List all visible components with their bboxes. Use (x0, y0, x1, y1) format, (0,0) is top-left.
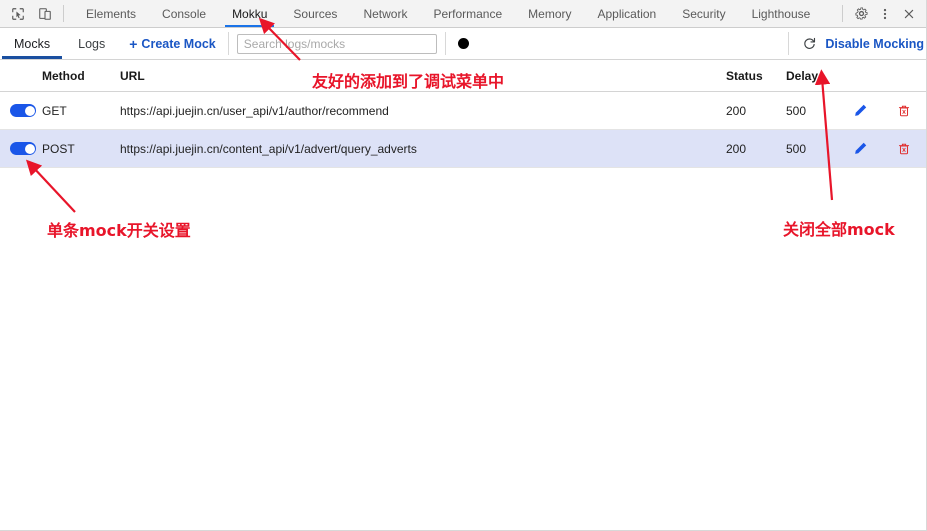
tab-label: Mokku (232, 6, 268, 21)
toggle-switch-on-icon (10, 142, 36, 155)
tab-label: Lighthouse (751, 6, 811, 21)
tab-logs[interactable]: Logs (64, 28, 119, 59)
record-dot-icon (457, 38, 469, 49)
devtools-left-icon-group (0, 0, 60, 27)
devtools-tab-lighthouse[interactable]: Lighthouse (739, 0, 824, 27)
tab-label: Console (162, 6, 207, 21)
cell-url: https://api.juejin.cn/content_api/v1/adv… (120, 141, 417, 156)
tab-label: Logs (78, 36, 106, 51)
tab-mocks[interactable]: Mocks (0, 28, 64, 59)
cell-delay: 500 (786, 141, 807, 156)
devtools-window: Elements Console Mokku Sources Network P… (0, 0, 927, 531)
toolbar-divider-right (842, 5, 843, 22)
search-container (229, 28, 445, 59)
devtools-panel-tabs: Elements Console Mokku Sources Network P… (67, 0, 839, 27)
devtools-tab-performance[interactable]: Performance (420, 0, 515, 27)
toggle-switch-on-icon (10, 104, 36, 117)
plus-icon: + (129, 35, 138, 52)
devtools-right-icon-group (846, 0, 926, 27)
tab-label: Performance (433, 6, 503, 21)
devtools-tab-mokku[interactable]: Mokku (219, 0, 280, 27)
table-row[interactable]: GET https://api.juejin.cn/user_api/v1/au… (0, 92, 926, 130)
annotation-toggle-switch: 单条mock开关设置 (47, 221, 191, 240)
delete-mock-button[interactable] (882, 104, 926, 118)
edit-mock-button[interactable] (838, 141, 882, 156)
devtools-tab-bar: Elements Console Mokku Sources Network P… (0, 0, 926, 28)
devtools-tab-security[interactable]: Security (669, 0, 738, 27)
create-mock-button[interactable]: + Create Mock (119, 28, 228, 59)
cell-status: 200 (726, 103, 747, 118)
mokku-toolbar: Mocks Logs + Create Mock Disa (0, 28, 926, 60)
gear-icon[interactable] (850, 3, 872, 25)
table-header-row: Method URL Status Delay (0, 60, 926, 92)
tab-label: Mocks (14, 36, 51, 51)
header-status: Status (726, 68, 763, 83)
header-url: URL (120, 68, 145, 83)
search-input[interactable] (236, 33, 437, 54)
mock-enable-toggle[interactable] (0, 142, 42, 155)
kebab-menu-icon[interactable] (874, 3, 896, 25)
mock-enable-toggle[interactable] (0, 104, 42, 117)
cell-delay: 500 (786, 103, 807, 118)
mocks-table: Method URL Status Delay GET https://api.… (0, 60, 926, 168)
create-mock-label: Create Mock (141, 36, 216, 51)
header-delay: Delay (786, 68, 819, 83)
tab-label: Network (363, 6, 408, 21)
devtools-tab-application[interactable]: Application (585, 0, 670, 27)
refresh-icon[interactable] (799, 34, 819, 54)
close-icon[interactable] (898, 3, 920, 25)
device-toolbar-icon[interactable] (35, 4, 55, 24)
delete-mock-button[interactable] (882, 142, 926, 156)
cell-method: POST (42, 141, 75, 156)
record-button[interactable] (446, 28, 479, 59)
tab-label: Application (597, 6, 657, 21)
devtools-tab-elements[interactable]: Elements (73, 0, 149, 27)
toolbar-right-group: Disable Mocking (789, 28, 926, 59)
tab-label: Memory (528, 6, 572, 21)
devtools-tab-network[interactable]: Network (350, 0, 420, 27)
devtools-tab-sources[interactable]: Sources (280, 0, 350, 27)
arrow-to-toggle-switch (25, 159, 76, 213)
header-method: Method (42, 68, 85, 83)
inspect-element-icon[interactable] (8, 4, 28, 24)
tab-label: Elements (86, 6, 137, 21)
cell-url: https://api.juejin.cn/user_api/v1/author… (120, 103, 389, 118)
tab-label: Security (682, 6, 726, 21)
devtools-tab-memory[interactable]: Memory (515, 0, 584, 27)
cell-method: GET (42, 103, 67, 118)
cell-status: 200 (726, 141, 747, 156)
table-row[interactable]: POST https://api.juejin.cn/content_api/v… (0, 130, 926, 168)
devtools-tab-console[interactable]: Console (149, 0, 219, 27)
disable-mocking-button[interactable]: Disable Mocking (825, 37, 926, 51)
annotation-disable-all-mocks: 关闭全部mock (783, 220, 895, 239)
toolbar-divider (63, 5, 64, 22)
tab-label: Sources (293, 6, 338, 21)
edit-mock-button[interactable] (838, 103, 882, 118)
disable-mocking-label: Disable Mocking (825, 36, 924, 51)
